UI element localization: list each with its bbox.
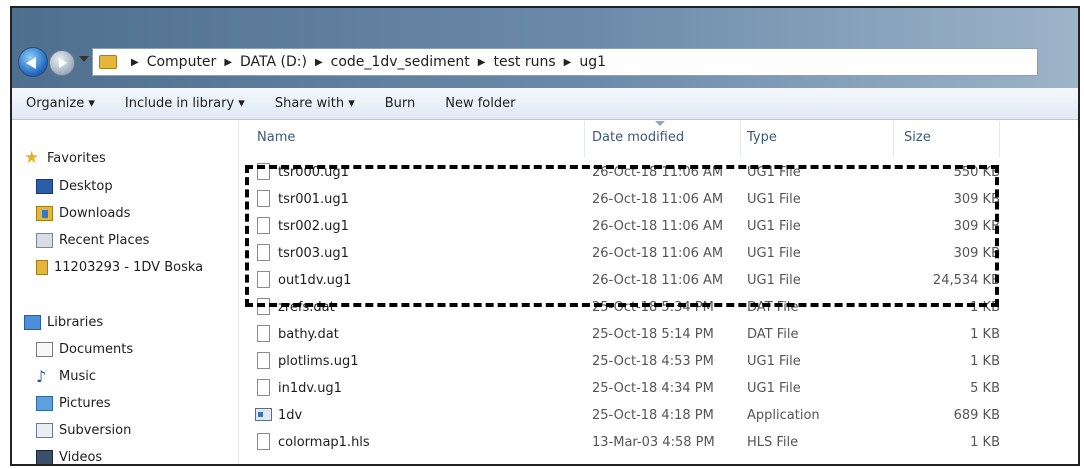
column-header-name[interactable]: Name — [240, 121, 585, 157]
desktop-icon — [36, 179, 53, 194]
organize-button[interactable]: Organize ▾ — [26, 96, 95, 111]
libraries-icon — [24, 315, 41, 330]
file-type: DAT File — [747, 327, 799, 342]
file-row[interactable]: bathy.dat 25-Oct-18 5:14 PM DAT File 1 KB — [240, 323, 1000, 346]
chevron-right-icon[interactable]: ▶ — [315, 57, 323, 68]
sidebar-item-favorites[interactable]: ★ Favorites — [24, 146, 248, 170]
history-dropdown-icon[interactable] — [79, 56, 89, 62]
sidebar-item-documents[interactable]: Documents — [36, 337, 260, 361]
sidebar-item-label: Libraries — [47, 315, 103, 330]
column-header-type[interactable]: Type — [741, 121, 894, 157]
file-row[interactable]: in1dv.ug1 25-Oct-18 4:34 PM UG1 File 5 KB — [240, 377, 1000, 400]
breadcrumb-computer[interactable]: Computer — [147, 54, 217, 70]
chevron-right-icon[interactable]: ▶ — [224, 57, 232, 68]
file-icon — [257, 379, 270, 396]
sidebar-item-desktop[interactable]: Desktop — [36, 174, 260, 198]
command-bar: Organize ▾ Include in library ▾ Share wi… — [12, 88, 1078, 120]
folder-icon — [36, 260, 48, 275]
sidebar-item-label: Documents — [59, 342, 133, 357]
sidebar-item-label: Pictures — [59, 396, 110, 411]
breadcrumb-data-drive[interactable]: DATA (D:) — [240, 54, 307, 70]
navigation-pane: ★ Favorites Desktop Downloads Recent Pla… — [12, 121, 239, 464]
chevron-right-icon[interactable]: ▶ — [131, 57, 139, 68]
navigation-bar: ▶ Computer ▶ DATA (D:) ▶ code_1dv_sedime… — [12, 39, 1078, 85]
file-name: plotlims.ug1 — [278, 354, 358, 369]
sidebar-item-subversion[interactable]: Subversion — [36, 418, 260, 442]
subversion-library-icon — [36, 423, 53, 438]
file-name: colormap1.hls — [278, 435, 370, 450]
sidebar-item-project-folder[interactable]: 11203293 - 1DV Boska — [36, 255, 236, 279]
file-row[interactable]: colormap1.hls 13-Mar-03 4:58 PM HLS File 1 … — [240, 431, 1000, 454]
breadcrumb-ug1[interactable]: ug1 — [579, 54, 606, 70]
file-name: bathy.dat — [278, 327, 339, 342]
file-date-modified: 25-Oct-18 4:34 PM — [592, 381, 714, 396]
file-size: 689 KB — [910, 408, 1000, 423]
sidebar-item-label: Desktop — [59, 179, 113, 194]
chevron-right-icon[interactable]: ▶ — [564, 57, 572, 68]
file-date-modified: 25-Oct-18 4:18 PM — [592, 408, 714, 423]
file-size: 1 KB — [910, 327, 1000, 342]
downloads-folder-icon — [36, 206, 53, 221]
sidebar-item-label: Music — [59, 369, 96, 384]
include-in-library-button[interactable]: Include in library ▾ — [125, 96, 245, 111]
sidebar-item-libraries[interactable]: Libraries — [24, 310, 248, 334]
music-icon: ♪ — [36, 369, 53, 384]
videos-icon — [36, 450, 53, 465]
share-with-button[interactable]: Share with ▾ — [275, 96, 355, 111]
sidebar-item-label: Videos — [59, 450, 102, 465]
sidebar-item-videos[interactable]: Videos — [36, 445, 260, 466]
file-row[interactable]: 1dv 25-Oct-18 4:18 PM Application 689 KB — [240, 404, 1000, 427]
file-date-modified: 25-Oct-18 4:53 PM — [592, 354, 714, 369]
file-icon — [257, 433, 270, 450]
file-name: 1dv — [278, 408, 302, 423]
pictures-icon — [36, 396, 53, 411]
chevron-right-icon[interactable]: ▶ — [478, 57, 486, 68]
file-date-modified: 25-Oct-18 5:14 PM — [592, 327, 714, 342]
file-name: in1dv.ug1 — [278, 381, 342, 396]
sidebar-item-music[interactable]: ♪ Music — [36, 364, 260, 388]
breadcrumb-code-1dv-sediment[interactable]: code_1dv_sediment — [331, 54, 470, 70]
back-button[interactable] — [18, 47, 48, 77]
dashed-highlight-box — [245, 165, 999, 307]
file-icon — [257, 352, 270, 369]
star-icon: ★ — [24, 151, 41, 166]
file-size: 1 KB — [910, 435, 1000, 450]
sidebar-item-label: Downloads — [59, 206, 130, 221]
address-bar[interactable]: ▶ Computer ▶ DATA (D:) ▶ code_1dv_sedime… — [92, 48, 1038, 76]
recent-places-icon — [36, 233, 53, 248]
forward-button[interactable] — [49, 50, 75, 76]
file-size: 5 KB — [910, 381, 1000, 396]
sidebar-item-label: Subversion — [59, 423, 131, 438]
file-icon — [257, 325, 270, 342]
file-type: UG1 File — [747, 381, 801, 396]
application-icon — [255, 408, 272, 421]
file-type: HLS File — [747, 435, 798, 450]
new-folder-button[interactable]: New folder — [445, 96, 515, 111]
sort-indicator-icon — [655, 121, 665, 126]
breadcrumb-test-runs[interactable]: test runs — [494, 54, 556, 70]
column-header-date-modified[interactable]: Date modified — [585, 121, 741, 157]
sidebar-item-label: Favorites — [47, 151, 106, 166]
folder-icon — [99, 55, 117, 69]
file-type: Application — [747, 408, 820, 423]
file-size: 1 KB — [910, 354, 1000, 369]
sidebar-item-downloads[interactable]: Downloads — [36, 201, 260, 225]
column-header-size[interactable]: Size — [894, 121, 1000, 157]
file-date-modified: 13-Mar-03 4:58 PM — [592, 435, 715, 450]
sidebar-item-label: 11203293 - 1DV Boska — [54, 260, 203, 275]
column-header-date-label: Date modified — [592, 130, 684, 145]
burn-button[interactable]: Burn — [385, 96, 416, 111]
file-type: UG1 File — [747, 354, 801, 369]
sidebar-item-pictures[interactable]: Pictures — [36, 391, 260, 415]
documents-icon — [36, 342, 53, 357]
sidebar-item-recent-places[interactable]: Recent Places — [36, 228, 260, 252]
explorer-window: ▶ Computer ▶ DATA (D:) ▶ code_1dv_sedime… — [10, 6, 1080, 466]
file-row[interactable]: plotlims.ug1 25-Oct-18 4:53 PM UG1 File 1 K… — [240, 350, 1000, 373]
sidebar-item-label: Recent Places — [59, 233, 149, 248]
